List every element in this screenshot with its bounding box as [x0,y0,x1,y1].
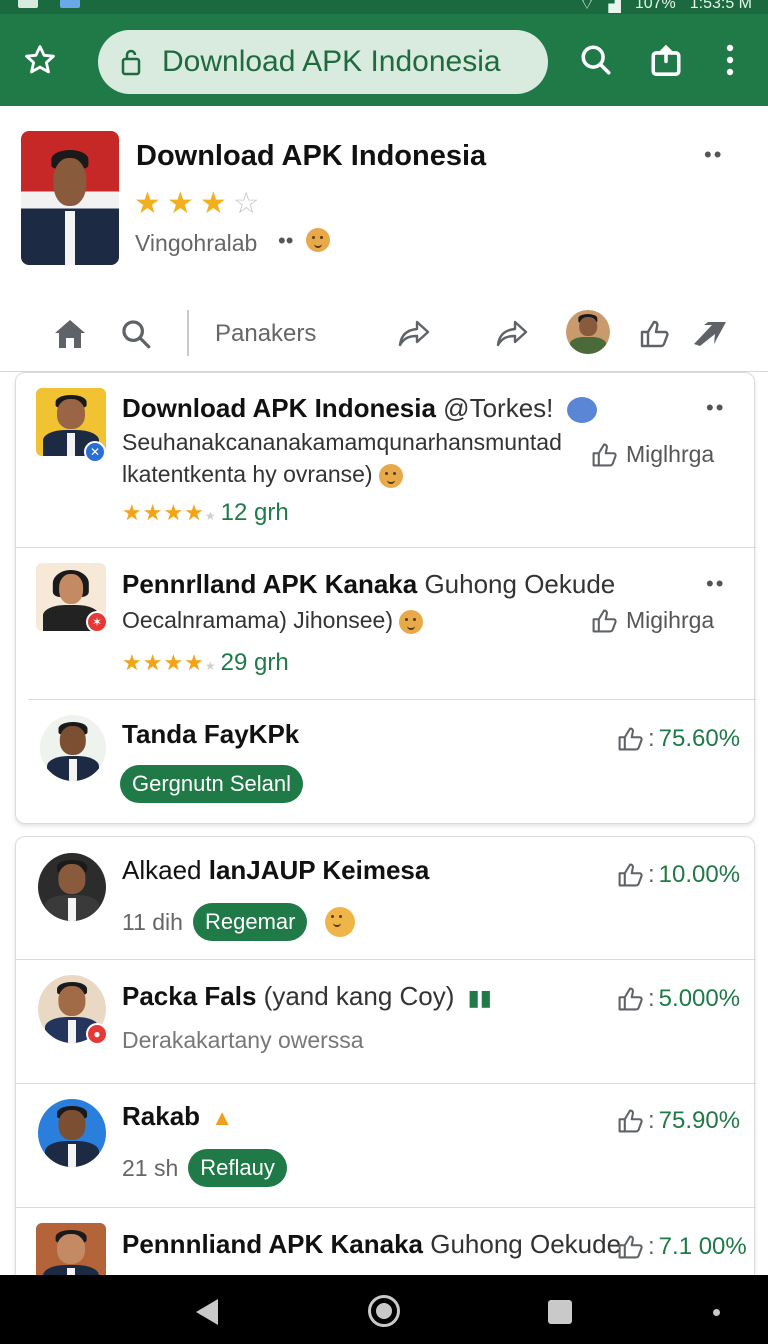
signal-icon: ▟ [608,0,621,13]
forward-icon[interactable] [492,314,532,354]
item-avatar [38,1099,106,1167]
star-empty-icon: ☆ [232,187,266,220]
overflow-menu-icon[interactable] [708,38,752,82]
divider [16,1207,756,1208]
like-icon [592,609,617,632]
nav-dot-icon [713,1309,720,1316]
item-title: Tanda FayKPk [122,719,300,749]
like-icon [618,987,643,1011]
like-icon [592,443,617,466]
divider [28,699,756,700]
lock-icon [121,49,141,76]
like-icon [618,727,643,751]
action-divider [187,310,189,356]
search-icon[interactable] [116,314,156,354]
item-action-button[interactable]: Miglhrga [590,441,714,468]
divider [16,959,756,960]
notification-icon [18,0,38,8]
item-tag[interactable]: Reflauy [188,1149,287,1187]
developer-dots: •• [278,228,294,253]
star-icon[interactable] [18,38,62,82]
share-icon[interactable] [644,38,688,82]
item-percentage: :5.000% [616,985,740,1013]
status-bar: ⌔ ▟ 107% 1:53:5 M [0,0,768,14]
item-percentage: :7.1 00% [616,1233,747,1261]
user-avatar[interactable] [566,310,610,354]
emoji-icon [378,463,403,488]
chart-up-icon: ▮▮ [467,985,492,1010]
emoji-icon [306,228,330,252]
item-rating: ★★★★★ 12 grh [122,499,289,526]
battery-text: 107% [634,0,676,12]
app-logo [21,131,119,265]
item-more-button[interactable]: •• [706,395,725,421]
warning-icon: ▲ [211,1105,234,1130]
cloud-icon [566,397,597,424]
item-meta: 11 dih Regemar [122,903,356,941]
badge-icon: ✶ [86,611,108,633]
item-avatar [38,853,106,921]
developer-name[interactable]: Vingohralab [135,230,257,257]
divider [16,1083,756,1084]
system-nav-bar [0,1275,768,1344]
header-more-button[interactable]: •• [704,142,723,168]
app-list-card: Alkaed lanJAUP Keimesa 11 dih Regemar :1… [15,836,756,1291]
action-label[interactable]: Panakers [215,320,316,348]
clock: 1:53:5 M [689,0,752,12]
item-action-button[interactable]: Migihrga [590,607,714,634]
download-notification-icon [60,0,80,8]
home-button-icon[interactable] [368,1295,400,1327]
like-icon [618,863,643,887]
item-avatar [40,715,106,781]
star-filled-icon: ★ [199,187,233,220]
divider [16,547,756,548]
item-description: Seuhanakcananakamamqunarhansmuntad [122,429,562,455]
item-rating: ★★★★★ 29 grh [122,649,289,676]
search-icon[interactable] [574,38,618,82]
like-icon [618,1109,643,1133]
item-percentage: :75.60% [616,725,740,753]
item-title: Pennnliand APK Kanaka Guhong Oekude [122,1229,622,1259]
item-title: Packa Fals (yand kang Coy) ▮▮ [122,981,492,1011]
item-description-2: lkatentkenta hy ovranse) [122,461,403,488]
action-bar: Panakers [0,306,768,362]
emoji-icon [399,609,424,634]
item-title: Alkaed lanJAUP Keimesa [122,855,430,885]
item-description: Derakakartany owerssa [122,1027,364,1053]
badge-icon: ● [86,1023,108,1045]
item-title: Rakab ▲ [122,1101,234,1131]
send-icon[interactable] [690,314,730,354]
item-tag[interactable]: Gergnutn Selanl [120,765,303,803]
app-title: Download APK Indonesia [136,140,487,172]
star-filled-icon: ★ [134,187,167,220]
back-icon[interactable] [194,1297,220,1332]
url-text: Download APK Indonesia [162,45,501,78]
item-title: Download APK Indonesia @Torkes! [122,393,597,424]
app-header: Download APK Indonesia ★★★☆ Vingohralab … [0,106,768,372]
url-bar[interactable]: Download APK Indonesia [98,30,548,94]
browser-toolbar: Download APK Indonesia [0,14,768,106]
app-rating: ★★★☆ [134,186,266,221]
item-tag[interactable]: Regemar [192,903,308,941]
item-description: Oecalnramama) Jihonsee) [122,607,424,634]
like-icon [618,1235,643,1259]
wifi-icon: ⌔ [579,0,595,13]
star-filled-icon: ★ [166,187,200,220]
item-percentage: :75.90% [616,1107,740,1135]
like-icon[interactable] [636,314,672,354]
emoji-icon [325,907,356,937]
verified-badge-icon: ✕ [84,441,106,463]
forward-icon[interactable] [394,314,434,354]
item-more-button[interactable]: •• [706,571,725,597]
item-percentage: :10.00% [616,861,740,889]
item-meta: 21 sh Reflauy [122,1149,287,1187]
home-icon[interactable] [50,314,90,354]
item-title: Pennrlland APK Kanaka Guhong Oekude [122,569,616,599]
app-list-card: ✕ Download APK Indonesia @Torkes! Seuhan… [15,372,756,824]
recent-apps-icon[interactable] [548,1300,572,1324]
